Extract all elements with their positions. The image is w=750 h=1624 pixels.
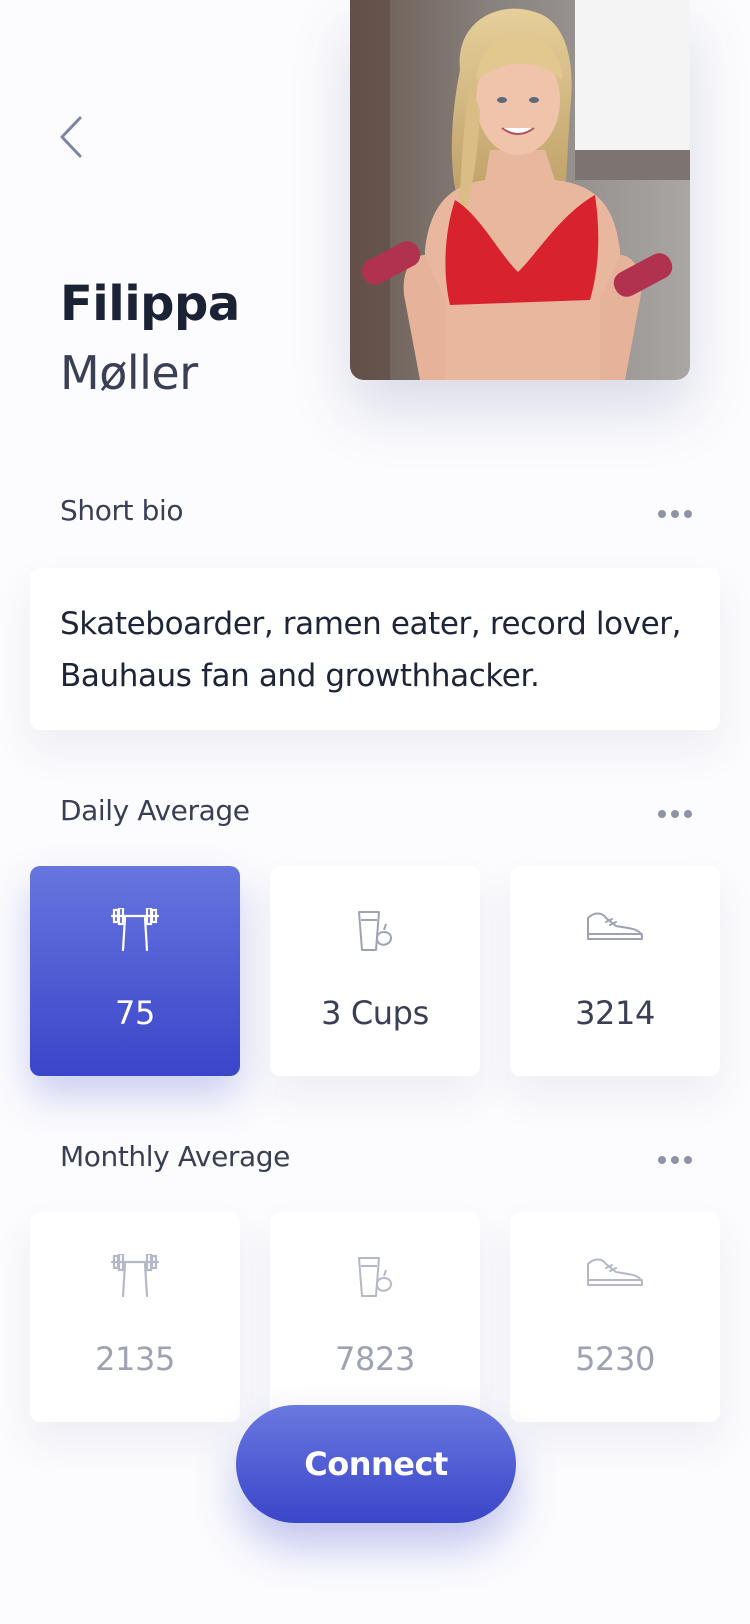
daily-stat-steps[interactable]: 3214 [510,866,720,1076]
first-name: Filippa [60,276,240,332]
more-dot [658,1156,666,1164]
stat-value: 5230 [575,1340,655,1378]
daily-more-button[interactable] [658,808,692,820]
more-dot [671,1156,679,1164]
stat-value: 75 [115,994,155,1032]
stat-value: 2135 [95,1340,175,1378]
daily-section-title: Daily Average [60,794,250,827]
stat-value: 3214 [575,994,655,1032]
more-dot [671,810,679,818]
back-button[interactable] [54,112,94,162]
more-dot [671,510,679,518]
drink-cup-icon [358,1257,392,1297]
connect-button[interactable]: Connect [236,1405,516,1523]
more-dot [658,810,666,818]
bio-more-button[interactable] [658,508,692,520]
daily-stat-weights[interactable]: 75 [30,866,240,1076]
monthly-stat-weights[interactable]: 2135 [30,1212,240,1422]
monthly-more-button[interactable] [658,1154,692,1166]
chevron-left-icon [60,116,82,158]
profile-photo [350,0,690,380]
last-name: Møller [60,346,198,400]
bio-text: Skateboarder, ramen eater, record lover,… [60,606,682,694]
barbell-icon [110,1254,160,1298]
bio-card: Skateboarder, ramen eater, record lover,… [30,568,720,730]
more-dot [684,810,692,818]
barbell-icon [110,908,160,952]
bio-section-title: Short bio [60,494,184,527]
drink-cup-icon [358,911,392,951]
more-dot [684,510,692,518]
stat-value: 3 Cups [321,994,429,1032]
daily-stat-water[interactable]: 3 Cups [270,866,480,1076]
sneaker-icon [587,912,643,940]
more-dot [684,1156,692,1164]
monthly-stat-steps[interactable]: 5230 [510,1212,720,1422]
stat-value: 7823 [335,1340,415,1378]
more-dot [658,510,666,518]
monthly-section-title: Monthly Average [60,1140,290,1173]
sneaker-icon [587,1258,643,1286]
monthly-stat-water[interactable]: 7823 [270,1212,480,1422]
